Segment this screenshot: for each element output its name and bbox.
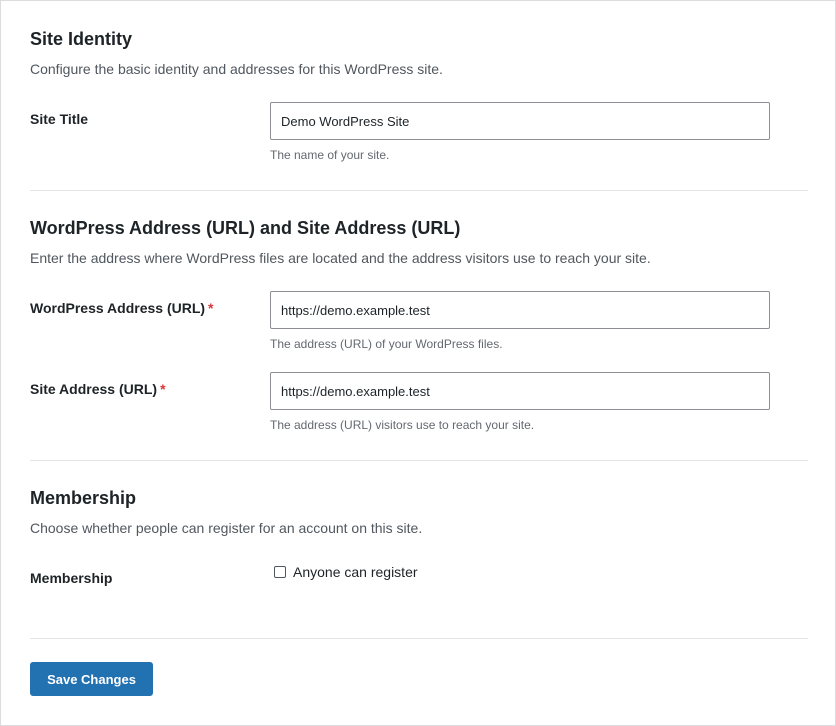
membership-description: Choose whether people can register for a… — [30, 520, 423, 536]
site-address-hint: The address (URL) visitors use to reach … — [270, 418, 535, 432]
addresses-heading: WordPress Address (URL) and Site Address… — [30, 218, 461, 238]
membership-label: Membership — [30, 570, 113, 586]
membership-heading: Membership — [30, 488, 137, 508]
anyone-can-register-checkbox[interactable] — [274, 566, 286, 578]
site-title-label: Site Title — [30, 111, 89, 127]
wordpress-address-label-text: WordPress Address (URL) — [30, 300, 206, 316]
site-identity-description: Configure the basic identity and address… — [30, 61, 443, 77]
addresses-description: Enter the address where WordPress files … — [30, 250, 651, 266]
site-title-hint: The name of your site. — [270, 148, 390, 162]
wordpress-address-label: WordPress Address (URL) * — [30, 299, 214, 317]
section-divider — [30, 190, 808, 191]
save-changes-button[interactable]: Save Changes — [30, 662, 153, 696]
anyone-can-register-option[interactable]: Anyone can register — [274, 563, 418, 581]
site-address-input[interactable] — [270, 372, 770, 410]
required-marker: * — [160, 381, 166, 397]
site-identity-heading: Site Identity — [30, 29, 133, 49]
anyone-can-register-label[interactable]: Anyone can register — [293, 563, 418, 581]
wordpress-address-hint: The address (URL) of your WordPress file… — [270, 337, 503, 351]
settings-panel: Site Identity Configure the basic identi… — [0, 0, 836, 726]
section-divider — [30, 460, 808, 461]
wordpress-address-input[interactable] — [270, 291, 770, 329]
required-marker: * — [208, 300, 214, 316]
site-title-input[interactable] — [270, 102, 770, 140]
site-address-label: Site Address (URL) * — [30, 380, 166, 398]
section-divider — [30, 638, 808, 639]
site-address-label-text: Site Address (URL) — [30, 381, 158, 397]
